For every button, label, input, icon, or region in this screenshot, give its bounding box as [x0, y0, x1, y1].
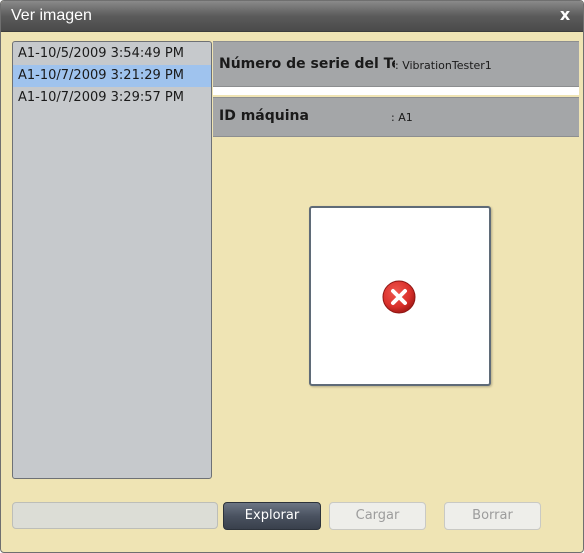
view-image-dialog: Ver imagen x A1-10/5/2009 3:54:49 PM A1-…	[0, 0, 584, 553]
list-item[interactable]: A1-10/5/2009 3:54:49 PM	[13, 43, 211, 65]
serial-number-label: Número de serie del Tester	[219, 56, 395, 72]
image-preview	[309, 206, 491, 386]
machine-id-label: ID máquina	[219, 108, 309, 124]
list-item-selected[interactable]: A1-10/7/2009 3:21:29 PM	[13, 65, 211, 87]
file-path-input[interactable]	[12, 502, 218, 529]
title-bar[interactable]: Ver imagen x	[1, 1, 583, 32]
serial-number-row: Número de serie del Tester : VibrationTe…	[213, 41, 579, 87]
machine-id-row: ID máquina : A1	[213, 97, 579, 137]
machine-id-value: : A1	[391, 111, 413, 124]
explore-button[interactable]: Explorar	[223, 502, 321, 530]
close-button[interactable]: x	[557, 6, 573, 24]
list-item[interactable]: A1-10/7/2009 3:29:57 PM	[13, 87, 211, 109]
delete-button[interactable]: Borrar	[444, 502, 541, 530]
divider	[213, 87, 579, 95]
window-title: Ver imagen	[11, 7, 92, 24]
capture-list[interactable]: A1-10/5/2009 3:54:49 PM A1-10/7/2009 3:2…	[12, 41, 212, 479]
load-button[interactable]: Cargar	[329, 502, 426, 530]
serial-number-value: : VibrationTester1	[395, 59, 492, 72]
error-icon	[382, 280, 416, 314]
